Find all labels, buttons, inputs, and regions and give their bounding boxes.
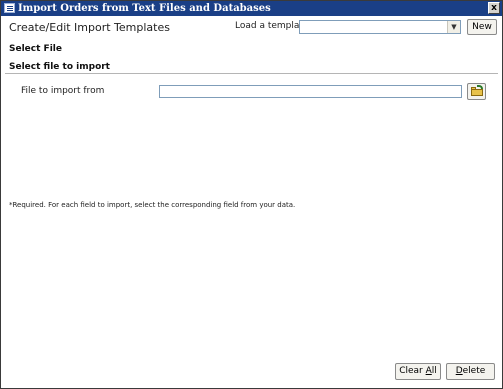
title-bar: Import Orders from Text Files and Databa… xyxy=(1,1,502,16)
section-heading-select-file-to-import: Select file to import xyxy=(9,62,110,72)
import-orders-window: Import Orders from Text Files and Databa… xyxy=(0,0,503,389)
close-button[interactable]: x xyxy=(488,2,500,14)
close-icon: x xyxy=(491,3,497,13)
file-path-input[interactable] xyxy=(159,85,462,98)
delete-button[interactable]: Delete xyxy=(446,363,495,380)
required-note: *Required. For each field to import, sel… xyxy=(9,201,296,209)
window-title: Import Orders from Text Files and Databa… xyxy=(18,3,271,14)
file-to-import-label: File to import from xyxy=(21,86,105,96)
new-template-button[interactable]: New xyxy=(467,19,497,35)
page-title: Create/Edit Import Templates xyxy=(9,21,170,34)
browse-file-button[interactable] xyxy=(467,83,486,100)
load-template-dropdown[interactable]: ▼ xyxy=(299,20,461,34)
app-window-icon xyxy=(4,3,15,13)
load-template-label: Load a template xyxy=(235,21,309,31)
clear-all-button[interactable]: Clear All xyxy=(395,363,441,380)
section-heading-select-file: Select File xyxy=(9,44,62,54)
section-divider xyxy=(5,73,498,74)
chevron-down-icon[interactable]: ▼ xyxy=(447,21,460,33)
